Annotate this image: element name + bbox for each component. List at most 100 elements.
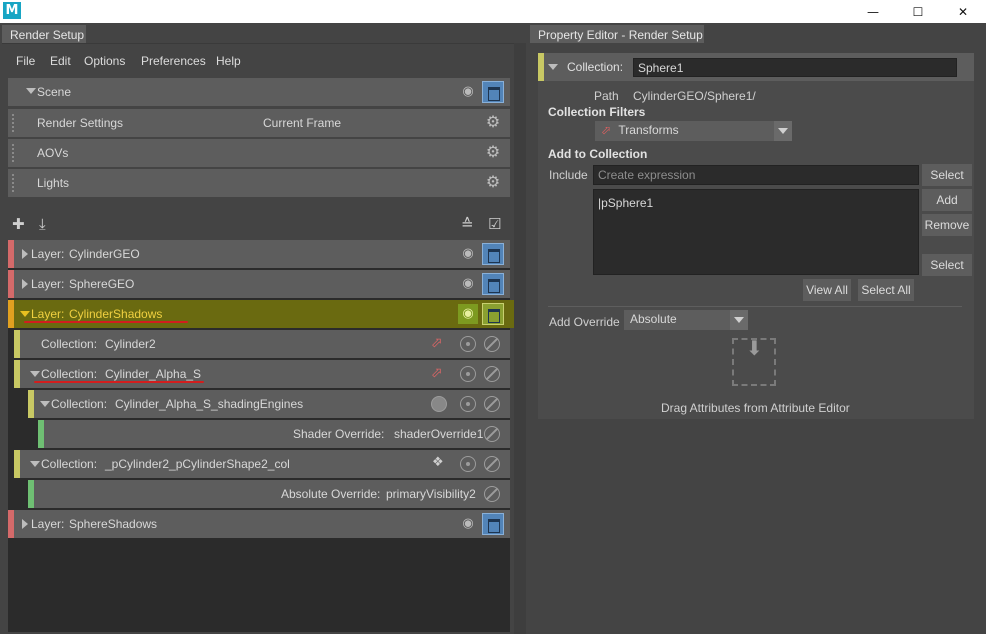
eye-icon[interactable]: ◉ xyxy=(458,304,478,324)
override-row[interactable]: Absolute Override: primaryVisibility2 xyxy=(28,480,510,508)
disable-icon[interactable] xyxy=(484,456,500,472)
gear-icon[interactable]: ⚙ xyxy=(484,113,502,131)
collection-members-list[interactable]: |pSphere1 xyxy=(593,189,919,275)
filter-value: Transforms xyxy=(618,123,679,137)
import-icon[interactable]: ⤓ xyxy=(39,215,46,233)
chevron-down-icon[interactable] xyxy=(774,121,792,141)
layer-prefix: Layer: xyxy=(31,247,65,261)
checklist-icon[interactable]: ☑ xyxy=(488,215,501,233)
panel-divider[interactable] xyxy=(514,43,526,634)
layer-row[interactable]: Layer: CylinderGEO ◉ xyxy=(8,240,510,268)
expand-arrow-icon[interactable] xyxy=(22,519,28,529)
collection-prefix: Collection: xyxy=(41,457,98,471)
annotation-underline xyxy=(34,381,204,383)
drag-handle-icon[interactable] xyxy=(12,114,18,132)
view-all-button[interactable]: View All xyxy=(803,279,851,301)
tab-property-editor[interactable]: Property Editor - Render Setup xyxy=(530,25,704,43)
include-expression-input[interactable]: Create expression xyxy=(593,165,919,185)
drag-handle-icon[interactable] xyxy=(12,174,18,192)
isolate-select-icon[interactable] xyxy=(460,396,476,412)
scene-item-render-settings[interactable]: Render Settings Current Frame ⚙ xyxy=(8,109,510,137)
collection-header: Collection: Sphere1 xyxy=(538,53,974,81)
eye-icon[interactable]: ◉ xyxy=(458,244,478,264)
aovs-label: AOVs xyxy=(37,146,69,160)
render-toggle-icon[interactable] xyxy=(482,243,504,265)
drop-arrow-icon: ⬇ xyxy=(746,336,763,360)
menu-options[interactable]: Options xyxy=(84,54,125,68)
collapse-arrow-icon[interactable] xyxy=(40,401,50,407)
collection-prefix: Collection: xyxy=(41,337,98,351)
collection-name: _pCylinder2_pCylinderShape2_col xyxy=(105,457,290,471)
layer-row[interactable]: Layer: SphereShadows ◉ xyxy=(8,510,510,538)
collapse-arrow-icon[interactable] xyxy=(548,64,558,70)
collection-filter-dropdown[interactable]: ⬀ Transforms xyxy=(595,121,792,141)
select-members-button[interactable]: Select xyxy=(922,254,972,276)
minimize-button[interactable]: — xyxy=(850,0,896,23)
menu-preferences[interactable]: Preferences xyxy=(141,54,206,68)
isolate-select-icon[interactable] xyxy=(460,366,476,382)
tab-render-setup[interactable]: Render Setup xyxy=(2,25,86,43)
collection-row[interactable]: Collection: _pCylinder2_pCylinderShape2_… xyxy=(14,450,510,478)
override-color-bar xyxy=(38,420,44,448)
drag-handle-icon[interactable] xyxy=(12,144,18,162)
override-mode-dropdown[interactable]: Absolute xyxy=(624,310,748,330)
close-button[interactable]: ✕ xyxy=(940,0,986,23)
select-all-button[interactable]: Select All xyxy=(858,279,914,301)
expand-arrow-icon[interactable] xyxy=(22,249,28,259)
render-toggle-icon[interactable] xyxy=(482,81,504,103)
expand-arrow-icon[interactable] xyxy=(22,279,28,289)
render-toggle-icon[interactable] xyxy=(482,273,504,295)
maximize-button[interactable]: ☐ xyxy=(895,0,941,23)
eye-icon[interactable]: ◉ xyxy=(458,82,478,102)
override-label: Absolute Override: xyxy=(281,487,381,501)
collection-name-field[interactable]: Sphere1 xyxy=(633,58,957,77)
scene-item-lights[interactable]: Lights ⚙ xyxy=(8,169,510,197)
transform-filter-icon: ⬀ xyxy=(601,123,612,137)
remove-button[interactable]: Remove xyxy=(922,214,972,236)
path-label: Path xyxy=(594,89,619,103)
gear-icon[interactable]: ⚙ xyxy=(484,143,502,161)
override-mode-value: Absolute xyxy=(630,312,677,326)
scene-label: Scene xyxy=(37,85,72,99)
collection-row[interactable]: Collection: Cylinder_Alpha_S_shadingEngi… xyxy=(28,390,510,418)
collection-name: Cylinder_Alpha_S_shadingEngines xyxy=(115,397,304,411)
render-toggle-icon[interactable] xyxy=(482,513,504,535)
layer-row-active[interactable]: Layer: CylinderShadows ◉ xyxy=(8,300,520,328)
disable-icon[interactable] xyxy=(484,336,500,352)
scene-row[interactable]: Scene ◉ xyxy=(8,78,510,106)
layer-row[interactable]: Layer: SphereGEO ◉ xyxy=(8,270,510,298)
collapse-arrow-icon[interactable] xyxy=(30,461,40,467)
disable-icon[interactable] xyxy=(484,426,500,442)
create-layer-icon[interactable]: ✚ xyxy=(12,215,25,233)
collapse-arrow-icon[interactable] xyxy=(30,371,40,377)
collapse-arrow-icon[interactable] xyxy=(20,311,30,317)
expand-arrow-icon[interactable] xyxy=(26,88,36,94)
menu-file[interactable]: File xyxy=(16,54,35,68)
gear-icon[interactable]: ⚙ xyxy=(484,173,502,191)
isolate-icon[interactable]: ≙ xyxy=(461,215,474,233)
attribute-filter-icon: ❖ xyxy=(432,455,444,470)
override-row[interactable]: Shader Override: shaderOverride1 xyxy=(38,420,510,448)
eye-icon[interactable]: ◉ xyxy=(458,514,478,534)
chevron-down-icon[interactable] xyxy=(730,310,748,330)
drop-zone[interactable]: ⬇ xyxy=(732,336,776,386)
disable-icon[interactable] xyxy=(484,366,500,382)
tree-view: Layer: CylinderGEO ◉ Layer: SphereGEO ◉ … xyxy=(8,240,520,632)
override-value: primaryVisibility2 xyxy=(386,487,476,501)
menu-edit[interactable]: Edit xyxy=(50,54,71,68)
collection-color-bar xyxy=(14,450,20,478)
disable-icon[interactable] xyxy=(484,486,500,502)
render-toggle-icon[interactable] xyxy=(482,303,504,325)
disable-icon[interactable] xyxy=(484,396,500,412)
add-button[interactable]: Add xyxy=(922,189,972,211)
list-item[interactable]: |pSphere1 xyxy=(598,196,914,210)
select-button[interactable]: Select xyxy=(922,164,972,186)
collection-row[interactable]: Collection: Cylinder2 ⬀ xyxy=(14,330,510,358)
isolate-select-icon[interactable] xyxy=(460,456,476,472)
isolate-select-icon[interactable] xyxy=(460,336,476,352)
menu-help[interactable]: Help xyxy=(216,54,241,68)
eye-icon[interactable]: ◉ xyxy=(458,274,478,294)
scene-item-aovs[interactable]: AOVs ⚙ xyxy=(8,139,510,167)
menu-bar: File Edit Options Preferences Help xyxy=(2,50,514,72)
collection-row[interactable]: Collection: Cylinder_Alpha_S ⬀ xyxy=(14,360,510,388)
